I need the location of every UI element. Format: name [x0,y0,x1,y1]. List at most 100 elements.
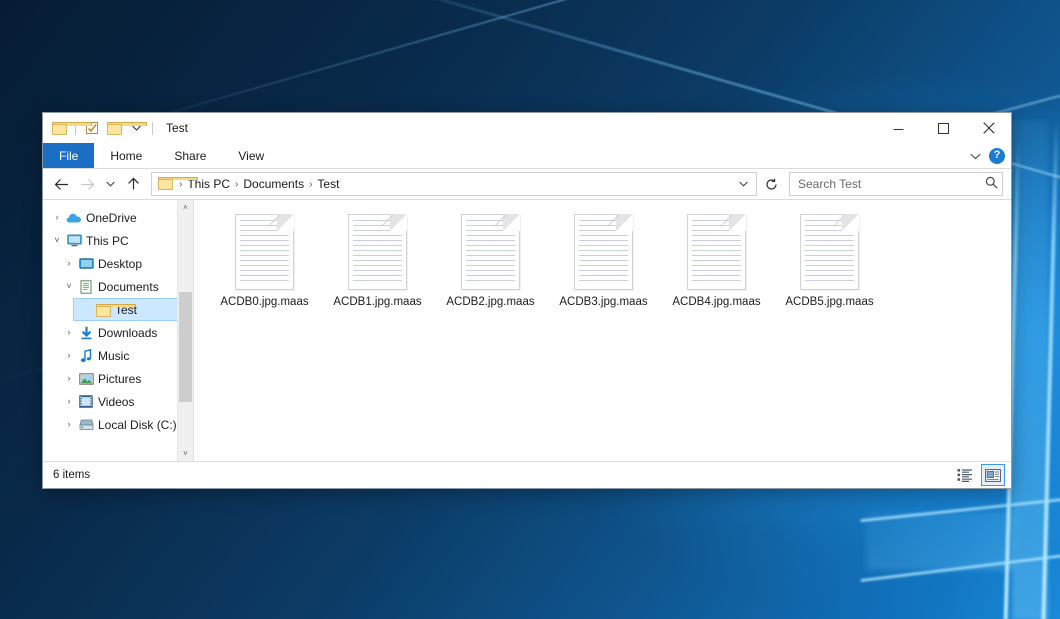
folder-tree: › OneDrive ˅ [43,200,193,436]
item-count-label: 6 items [53,469,90,481]
chevron-right-icon[interactable]: › [61,351,77,360]
file-item[interactable]: ACDB4.jpg.maas [660,210,773,308]
breadcrumb-documents[interactable]: Documents [240,177,307,191]
sidebar-item-label: Desktop [95,257,142,271]
chevron-down-icon[interactable]: ˅ [61,282,77,291]
breadcrumb-separator: › [307,179,314,190]
recent-locations-button[interactable] [101,172,119,196]
sidebar-item-desktop[interactable]: › Desktop [43,252,193,275]
scroll-up-icon[interactable]: ˄ [178,200,193,215]
sidebar-item-onedrive[interactable]: › OneDrive [43,206,193,229]
generic-file-icon [461,214,520,290]
scroll-down-icon[interactable]: ˅ [178,446,193,461]
disk-icon [77,419,95,431]
file-name-label: ACDB4.jpg.maas [672,296,760,308]
tab-file[interactable]: File [43,143,94,168]
sidebar-item-label: Documents [95,280,159,294]
chevron-right-icon[interactable]: › [61,420,77,429]
file-name-label: ACDB1.jpg.maas [333,296,421,308]
breadcrumb[interactable]: › This PC › Documents › Test [151,172,757,196]
help-icon[interactable]: ? [989,148,1005,164]
forward-button[interactable] [75,172,99,196]
navigation-pane-scrollbar[interactable]: ˄ ˅ [177,200,193,461]
file-list-area[interactable]: ACDB0.jpg.maas ACDB1.jpg.maas [193,200,1011,461]
folder-icon [94,304,112,316]
sidebar-item-test[interactable]: Test [73,298,189,321]
chevron-right-icon[interactable]: › [61,374,77,383]
monitor-icon [65,234,83,247]
download-icon [77,326,95,340]
breadcrumb-dropdown-icon[interactable] [735,179,752,190]
address-bar: › This PC › Documents › Test Search Test [43,169,1011,199]
file-item[interactable]: ACDB2.jpg.maas [434,210,547,308]
sidebar-item-label: OneDrive [83,211,137,225]
chevron-down-icon[interactable] [970,149,981,163]
window-controls [876,113,1011,143]
chevron-right-icon[interactable]: › [61,328,77,337]
sidebar-item-local-disk-c[interactable]: › Local Disk (C:) [43,413,193,436]
close-button[interactable] [966,113,1011,143]
folder-icon [158,177,173,192]
sidebar-item-label: Music [95,349,129,363]
chevron-right-icon[interactable]: › [61,397,77,406]
wallpaper-window-pane-glow [866,512,1014,570]
chevron-right-icon[interactable]: › [61,259,77,268]
sidebar-item-downloads[interactable]: › Downloads [43,321,193,344]
ribbon-tab-bar: File Home Share View ? [43,143,1011,169]
tab-share[interactable]: Share [158,143,222,168]
tab-view[interactable]: View [222,143,280,168]
generic-file-icon [800,214,859,290]
sidebar-item-label: Downloads [95,326,157,340]
search-icon[interactable] [985,176,998,192]
search-placeholder: Search Test [798,177,985,191]
up-button[interactable] [121,172,145,196]
search-input[interactable]: Search Test [789,172,1003,196]
generic-file-icon [348,214,407,290]
sidebar-item-videos[interactable]: › [43,390,193,413]
file-name-label: ACDB0.jpg.maas [220,296,308,308]
generic-file-icon [687,214,746,290]
file-item[interactable]: ACDB3.jpg.maas [547,210,660,308]
back-button[interactable] [49,172,73,196]
qat-divider [152,122,153,135]
sidebar-item-label: Videos [95,395,134,409]
sidebar-item-label: This PC [83,234,129,248]
minimize-button[interactable] [876,113,921,143]
folder-icon[interactable] [50,119,68,137]
breadcrumb-separator: › [177,179,184,190]
sidebar-item-label: Local Disk (C:) [95,418,177,432]
refresh-button[interactable] [760,173,782,195]
title-bar: Test [43,113,1011,143]
breadcrumb-separator: › [233,179,240,190]
sidebar-item-documents[interactable]: ˅ Documents [43,275,193,298]
file-item[interactable]: ACDB5.jpg.maas [773,210,886,308]
view-toggle-group [953,464,1005,486]
window-title: Test [166,121,188,135]
videos-icon [77,395,95,408]
document-icon [77,280,95,294]
file-item[interactable]: ACDB1.jpg.maas [321,210,434,308]
sidebar-item-music[interactable]: › Music [43,344,193,367]
chevron-right-icon[interactable]: › [49,213,65,222]
sidebar-item-this-pc[interactable]: ˅ This PC [43,229,193,252]
generic-file-icon [574,214,633,290]
file-item[interactable]: ACDB0.jpg.maas [208,210,321,308]
quick-access-toolbar [43,119,156,137]
large-icons-view-button[interactable] [981,464,1005,486]
file-name-label: ACDB3.jpg.maas [559,296,647,308]
file-explorer-window: Test File Home Share View [42,112,1012,489]
tab-home[interactable]: Home [94,143,158,168]
desktop: Test File Home Share View [0,0,1060,619]
chevron-down-icon[interactable]: ˅ [49,236,65,245]
details-view-button[interactable] [953,464,977,486]
scrollbar-thumb[interactable] [179,292,192,402]
file-name-label: ACDB2.jpg.maas [446,296,534,308]
navigation-pane: › OneDrive ˅ [43,200,193,461]
new-folder-icon[interactable] [105,119,123,137]
sidebar-item-pictures[interactable]: › Pictures [43,367,193,390]
maximize-button[interactable] [921,113,966,143]
status-bar: 6 items [43,461,1011,488]
explorer-body: › OneDrive ˅ [43,199,1011,461]
ribbon-right-controls: ? [970,143,1005,168]
breadcrumb-test[interactable]: Test [314,177,342,191]
